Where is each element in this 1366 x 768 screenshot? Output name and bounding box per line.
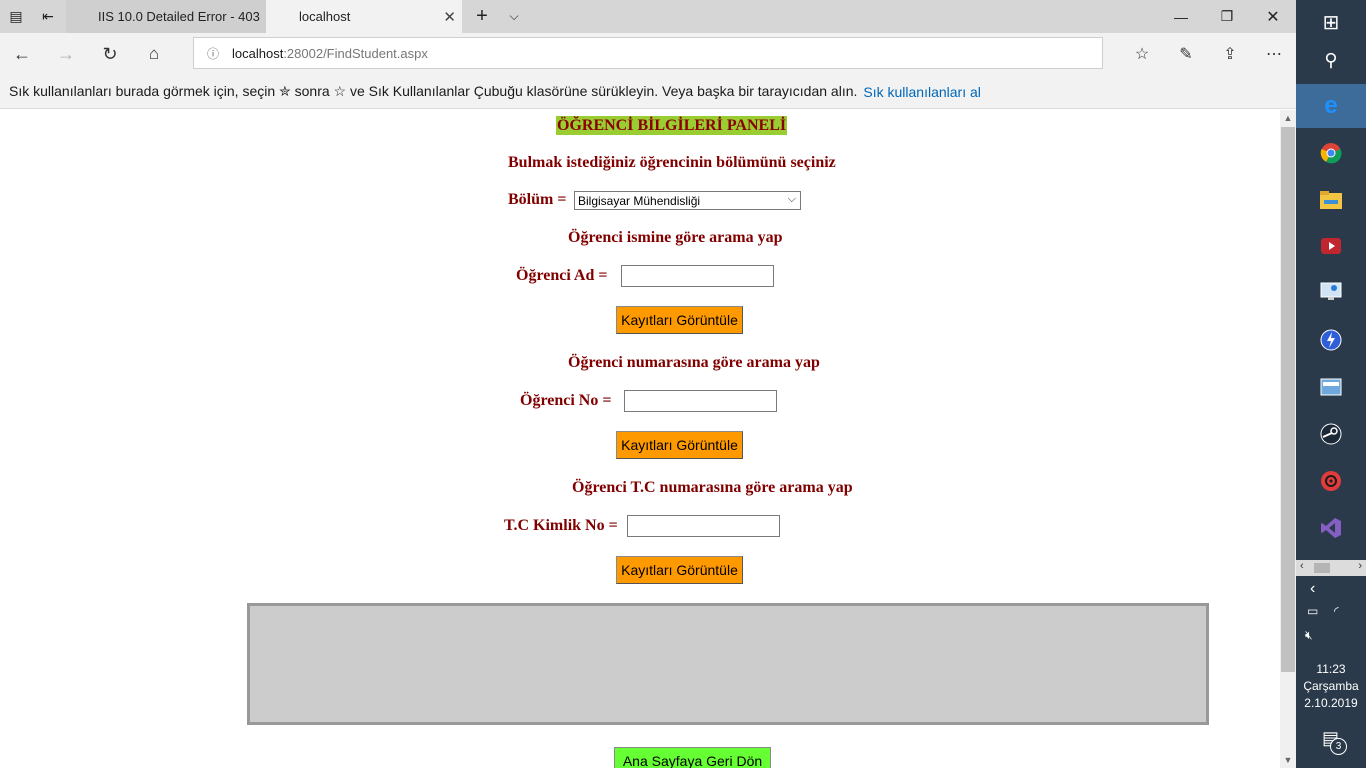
steam-icon[interactable] xyxy=(1296,412,1366,456)
section-name-heading: Öğrenci ismine göre arama yap xyxy=(568,229,783,246)
section-tc-heading: Öğrenci T.C numarasına göre arama yap xyxy=(572,479,853,496)
department-label: Bölüm = xyxy=(508,191,567,208)
taskbar-scroll-strip[interactable]: ‹ › xyxy=(1296,560,1366,576)
page-content: ÖĞRENCİ BİLGİLERİ PANELİ Bulmak istediği… xyxy=(0,110,1280,768)
file-explorer-icon[interactable] xyxy=(1296,178,1366,222)
scroll-up-icon[interactable]: ▲ xyxy=(1280,110,1296,126)
more-icon[interactable]: ⋯ xyxy=(1252,33,1296,75)
edge-icon[interactable]: e xyxy=(1296,84,1366,128)
panel-title: ÖĞRENCİ BİLGİLERİ PANELİ xyxy=(556,116,788,135)
import-favorites-link[interactable]: Sık kullanılanları al xyxy=(863,84,981,100)
scroll-thumb[interactable] xyxy=(1281,127,1295,672)
back-to-home-button[interactable]: Ana Sayfaya Geri Dön xyxy=(614,747,771,768)
favorites-hint: Sık kullanılanları burada görmek için, s… xyxy=(9,83,858,99)
scroll-down-icon[interactable]: ▼ xyxy=(1280,752,1296,768)
show-records-button-tc[interactable]: Kayıtları Görüntüle xyxy=(616,556,743,584)
windows-taskbar: ⊞ ⚲ e xyxy=(1296,0,1366,768)
favorites-icon[interactable]: ☆ xyxy=(1120,33,1164,75)
taskbar-scroll-thumb[interactable] xyxy=(1314,563,1330,573)
clock-time[interactable]: 11:23 xyxy=(1296,662,1366,676)
restore-icon[interactable]: ❐ xyxy=(1204,0,1250,33)
back-arrow-icon[interactable]: ← xyxy=(0,33,44,75)
favorites-bar: Sık kullanılanları burada görmek için, s… xyxy=(0,75,1296,109)
close-tab-icon[interactable]: ✕ xyxy=(443,8,456,26)
chrome-icon[interactable] xyxy=(1296,131,1366,175)
wifi-icon[interactable]: ◜ xyxy=(1296,604,1366,618)
tc-number-input[interactable] xyxy=(627,515,780,537)
refresh-icon[interactable]: ↻ xyxy=(88,33,132,75)
home-icon[interactable]: ⌂ xyxy=(132,33,176,75)
tab-manager-icon[interactable]: ▤ xyxy=(0,0,32,33)
section-number-heading: Öğrenci numarasına göre arama yap xyxy=(568,354,820,371)
chevron-right-icon[interactable]: › xyxy=(1358,560,1362,572)
forward-arrow-icon[interactable]: → xyxy=(44,33,88,75)
url-path: :28002/FindStudent.aspx xyxy=(283,45,428,61)
show-hidden-icons-icon[interactable]: ‹ xyxy=(1296,580,1366,598)
minimize-icon[interactable]: — xyxy=(1158,0,1204,33)
target-app-icon[interactable] xyxy=(1296,459,1366,503)
window-app-icon[interactable] xyxy=(1296,365,1366,409)
site-info-icon[interactable]: ⓘ xyxy=(194,45,232,62)
url-host: localhost xyxy=(232,45,284,61)
number-label: Öğrenci No = xyxy=(520,392,612,409)
close-window-icon[interactable]: ✕ xyxy=(1250,0,1296,33)
show-records-button-name[interactable]: Kayıtları Görüntüle xyxy=(616,306,743,334)
department-selected-value: Bilgisayar Mühendisliği xyxy=(578,193,701,208)
search-icon[interactable]: ⚲ xyxy=(1296,38,1366,82)
media-player-icon[interactable] xyxy=(1296,224,1366,268)
tab-bar: ▤ ⇤ IIS 10.0 Detailed Error - 403 localh… xyxy=(0,0,1296,33)
tab-iis-error[interactable]: IIS 10.0 Detailed Error - 403 xyxy=(66,0,266,33)
clock-day[interactable]: Çarşamba xyxy=(1296,679,1366,693)
tab-label: IIS 10.0 Detailed Error - 403 xyxy=(98,9,260,24)
student-name-input[interactable] xyxy=(621,265,774,287)
url-field[interactable]: ⓘ localhost:28002/FindStudent.aspx xyxy=(193,37,1103,69)
tab-list-chevron-icon[interactable]: ⌵ xyxy=(498,0,530,33)
chevron-left-icon[interactable]: ‹ xyxy=(1300,560,1304,572)
tab-localhost[interactable]: localhost ✕ xyxy=(266,0,462,33)
department-select[interactable]: Bilgisayar Mühendisliği ⌵ xyxy=(574,191,801,210)
student-number-input[interactable] xyxy=(624,390,777,412)
tab-label: localhost xyxy=(299,9,351,24)
visual-studio-icon[interactable] xyxy=(1296,506,1366,550)
new-tab-icon[interactable]: + xyxy=(466,0,498,33)
show-records-button-number[interactable]: Kayıtları Görüntüle xyxy=(616,431,743,459)
chevron-down-icon: ⌵ xyxy=(787,193,796,205)
tab-back-icon[interactable]: ⇤ xyxy=(32,0,64,33)
section-department-heading: Bulmak istediğiniz öğrencinin bölümünü s… xyxy=(508,154,836,171)
address-toolbar: ← → ↻ ⌂ ⓘ localhost:28002/FindStudent.as… xyxy=(0,33,1296,75)
tc-label: T.C Kimlik No = xyxy=(504,517,618,534)
app-icon[interactable] xyxy=(1296,318,1366,362)
name-label: Öğrenci Ad = xyxy=(516,267,608,284)
share-icon[interactable]: ⇪ xyxy=(1208,33,1252,75)
remote-desktop-icon[interactable] xyxy=(1296,270,1366,314)
page-scrollbar[interactable]: ▲ ▼ xyxy=(1280,110,1296,768)
volume-muted-icon[interactable]: 🔇︎ xyxy=(1296,628,1366,643)
notification-count-badge: 3 xyxy=(1330,738,1347,755)
results-panel xyxy=(247,603,1209,725)
pen-icon[interactable]: ✎ xyxy=(1164,33,1208,75)
panel-title-text: ÖĞRENCİ BİLGİLERİ PANELİ xyxy=(556,116,788,135)
clock-date[interactable]: 2.10.2019 xyxy=(1296,696,1366,710)
